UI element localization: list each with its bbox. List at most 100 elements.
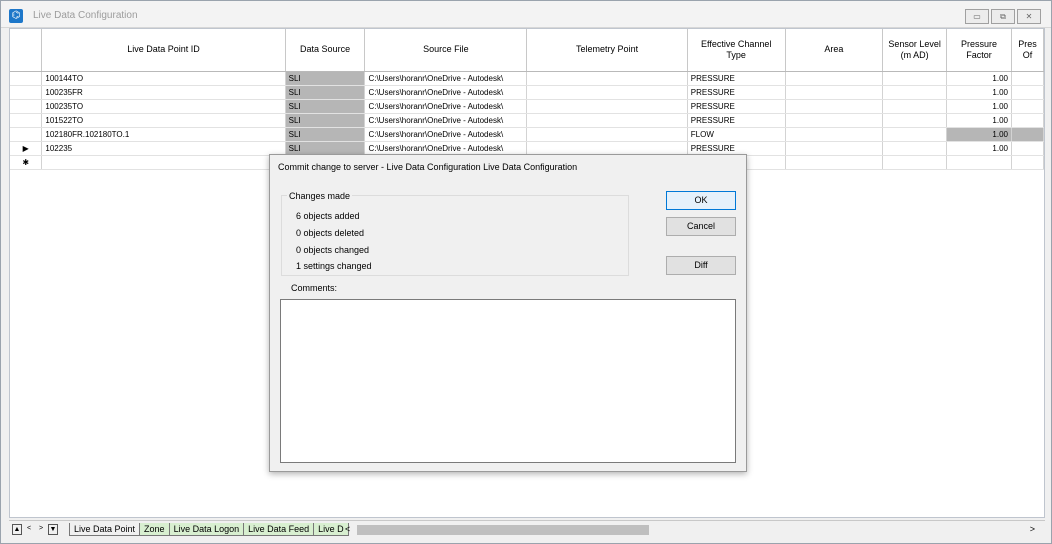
- restore-button[interactable]: ⧉: [991, 9, 1015, 24]
- nav-next-button[interactable]: >: [36, 524, 46, 535]
- minimize-button[interactable]: ▭: [965, 9, 989, 24]
- table-row[interactable]: ▶ 102235 SLI C:\Users\horanr\OneDrive - Aut…: [10, 141, 1044, 156]
- cell-sensor-level[interactable]: [882, 141, 948, 156]
- cell-pressure-factor[interactable]: 1.00: [946, 113, 1012, 128]
- column-header-area[interactable]: Area: [785, 29, 884, 72]
- cell-pressure-factor[interactable]: [946, 155, 1012, 170]
- table-row[interactable]: 100235FR SLI C:\Users\horanr\OneDrive - Au…: [10, 85, 1044, 100]
- cell-pressure-factor[interactable]: 1.00: [946, 85, 1012, 100]
- cell-sensor-level[interactable]: [882, 113, 948, 128]
- table-row[interactable]: 101522TO SLI C:\Users\horanr\OneDrive - Au…: [10, 113, 1044, 128]
- cell-pressure-offset[interactable]: [1011, 99, 1044, 114]
- cell-source-file[interactable]: C:\Users\horanr\OneDrive - Autodesk\: [364, 99, 528, 114]
- row-selector[interactable]: [10, 99, 43, 114]
- column-header-effective-channel-type[interactable]: Effective Channel Type: [687, 29, 786, 72]
- tab-live-data-logon[interactable]: Live Data Logon: [168, 523, 245, 536]
- cell-area[interactable]: [785, 155, 884, 170]
- tab-live-data-feed[interactable]: Live Data Feed: [243, 523, 315, 536]
- cell-data-source[interactable]: SLI: [285, 99, 366, 114]
- cell-sensor-level[interactable]: [882, 127, 948, 142]
- cell-area[interactable]: [785, 99, 884, 114]
- column-header-sensor-level[interactable]: Sensor Level (m AD): [882, 29, 948, 72]
- cell-data-source[interactable]: SLI: [285, 71, 366, 86]
- cell-live-data-point-id[interactable]: 100144TO: [41, 71, 286, 86]
- cell-sensor-level[interactable]: [882, 85, 948, 100]
- column-header-live-data-point-id[interactable]: Live Data Point ID: [41, 29, 286, 72]
- cell-live-data-point-id[interactable]: [41, 155, 286, 170]
- cell-live-data-point-id[interactable]: 102180FR.102180TO.1: [41, 127, 286, 142]
- cell-source-file[interactable]: C:\Users\horanr\OneDrive - Autodesk\: [364, 71, 528, 86]
- cell-data-source[interactable]: SLI: [285, 113, 366, 128]
- scroll-thumb[interactable]: [357, 525, 649, 535]
- tab-zone[interactable]: Zone: [139, 523, 170, 536]
- cell-area[interactable]: [785, 71, 884, 86]
- cell-pressure-offset[interactable]: [1011, 113, 1044, 128]
- comments-input[interactable]: [280, 299, 736, 463]
- cell-area[interactable]: [785, 127, 884, 142]
- row-selector[interactable]: ✱: [10, 155, 43, 170]
- cell-data-source[interactable]: SLI: [285, 85, 366, 100]
- cell-telemetry-point[interactable]: [526, 141, 688, 156]
- table-row[interactable]: 100235TO SLI C:\Users\horanr\OneDrive - Au…: [10, 99, 1044, 114]
- row-selector[interactable]: [10, 113, 43, 128]
- row-selector[interactable]: ▶: [10, 141, 43, 156]
- diff-button[interactable]: Diff: [666, 256, 736, 275]
- cell-channel-type[interactable]: PRESSURE: [687, 113, 786, 128]
- scroll-right-icon[interactable]: >: [1030, 524, 1035, 534]
- row-selector[interactable]: [10, 85, 43, 100]
- cell-data-source[interactable]: SLI: [285, 127, 366, 142]
- row-selector[interactable]: [10, 71, 43, 86]
- cell-live-data-point-id[interactable]: 102235: [41, 141, 286, 156]
- cell-telemetry-point[interactable]: [526, 85, 688, 100]
- cell-pressure-offset[interactable]: [1011, 127, 1044, 142]
- column-header-data-source[interactable]: Data Source: [285, 29, 366, 72]
- cell-pressure-factor[interactable]: 1.00: [946, 71, 1012, 86]
- cell-sensor-level[interactable]: [882, 71, 948, 86]
- cell-pressure-factor[interactable]: 1.00: [946, 127, 1012, 142]
- cell-channel-type[interactable]: PRESSURE: [687, 99, 786, 114]
- nav-prev-button[interactable]: <: [24, 524, 34, 535]
- cell-data-source[interactable]: SLI: [285, 141, 366, 156]
- column-header-source-file[interactable]: Source File: [364, 29, 528, 72]
- cell-live-data-point-id[interactable]: 100235TO: [41, 99, 286, 114]
- tab-live-data-point[interactable]: Live Data Point: [69, 523, 141, 536]
- column-header-telemetry-point[interactable]: Telemetry Point: [526, 29, 688, 72]
- cell-channel-type[interactable]: PRESSURE: [687, 141, 786, 156]
- cell-area[interactable]: [785, 85, 884, 100]
- cell-pressure-offset[interactable]: [1011, 141, 1044, 156]
- column-header-pressure-factor[interactable]: Pressure Factor: [946, 29, 1012, 72]
- cell-pressure-factor[interactable]: 1.00: [946, 141, 1012, 156]
- cell-area[interactable]: [785, 141, 884, 156]
- cell-sensor-level[interactable]: [882, 155, 948, 170]
- cell-pressure-offset[interactable]: [1011, 71, 1044, 86]
- cell-live-data-point-id[interactable]: 101522TO: [41, 113, 286, 128]
- horizontal-scrollbar[interactable]: < >: [345, 524, 1035, 535]
- cell-pressure-offset[interactable]: [1011, 155, 1044, 170]
- cell-live-data-point-id[interactable]: 100235FR: [41, 85, 286, 100]
- cell-telemetry-point[interactable]: [526, 99, 688, 114]
- cell-source-file[interactable]: C:\Users\horanr\OneDrive - Autodesk\: [364, 113, 528, 128]
- table-row[interactable]: 100144TO SLI C:\Users\horanr\OneDrive - Au…: [10, 71, 1044, 86]
- table-row[interactable]: 102180FR.102180TO.1 SLI C:\Users\horanr\On…: [10, 127, 1044, 142]
- nav-first-button[interactable]: ▲: [12, 524, 22, 535]
- close-button[interactable]: ✕: [1017, 9, 1041, 24]
- tab-live-d[interactable]: Live D: [313, 523, 349, 536]
- column-header-pressure-offset[interactable]: Pres Of: [1011, 29, 1044, 72]
- nav-last-button[interactable]: ▼: [48, 524, 58, 535]
- row-selector[interactable]: [10, 127, 43, 142]
- ok-button[interactable]: OK: [666, 191, 736, 210]
- cell-channel-type[interactable]: FLOW: [687, 127, 786, 142]
- cell-telemetry-point[interactable]: [526, 113, 688, 128]
- cell-sensor-level[interactable]: [882, 99, 948, 114]
- cell-channel-type[interactable]: PRESSURE: [687, 85, 786, 100]
- cell-source-file[interactable]: C:\Users\horanr\OneDrive - Autodesk\: [364, 141, 528, 156]
- cell-channel-type[interactable]: PRESSURE: [687, 71, 786, 86]
- cell-pressure-offset[interactable]: [1011, 85, 1044, 100]
- cancel-button[interactable]: Cancel: [666, 217, 736, 236]
- cell-telemetry-point[interactable]: [526, 127, 688, 142]
- cell-area[interactable]: [785, 113, 884, 128]
- cell-telemetry-point[interactable]: [526, 71, 688, 86]
- cell-pressure-factor[interactable]: 1.00: [946, 99, 1012, 114]
- cell-source-file[interactable]: C:\Users\horanr\OneDrive - Autodesk\: [364, 85, 528, 100]
- scroll-left-icon[interactable]: <: [345, 524, 350, 534]
